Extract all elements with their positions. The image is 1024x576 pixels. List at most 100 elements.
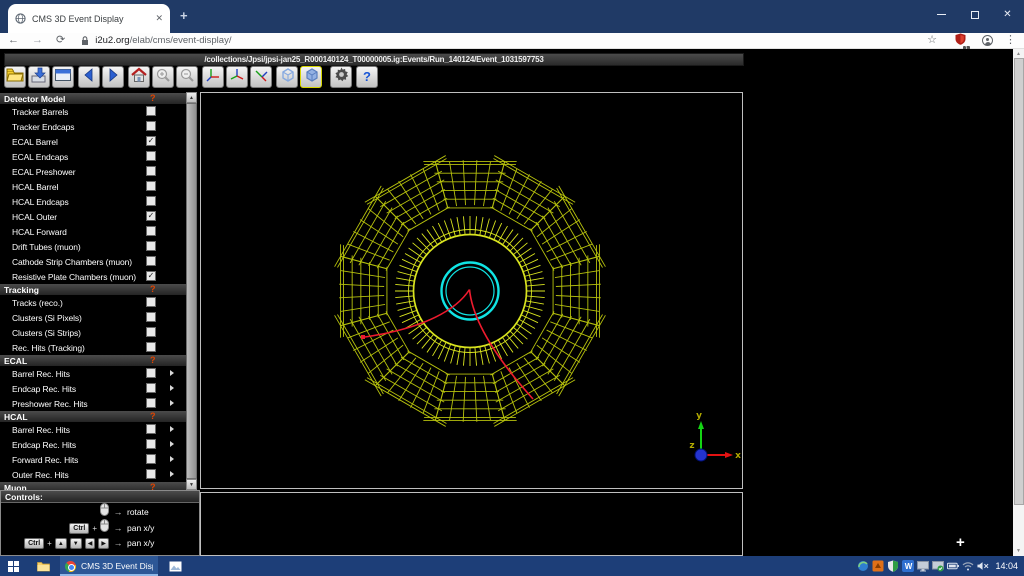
tray-battery-icon[interactable] xyxy=(947,560,959,572)
url-domain[interactable]: i2u2.org xyxy=(95,35,129,46)
sidebar-item-ecal-preshower: ECAL Preshower xyxy=(0,164,186,179)
bookmark-star-icon[interactable]: ☆ xyxy=(927,35,937,46)
sidebar-item-hcal-barrel: HCAL Barrel xyxy=(0,179,186,194)
file-explorer-button[interactable] xyxy=(30,556,56,576)
sidebar-scroll-down-icon[interactable]: ▼ xyxy=(186,479,197,490)
settings-button[interactable] xyxy=(330,66,352,88)
expand-arrow-icon[interactable] xyxy=(170,370,174,376)
tab-favicon-globe-icon xyxy=(15,13,26,24)
event-path-bar: /collections/Jpsi/jpsi-jan25_R000140124_… xyxy=(4,53,744,66)
checkbox[interactable] xyxy=(146,368,156,378)
sidebar-item-tracker-endcaps: Tracker Endcaps xyxy=(0,119,186,134)
help-icon[interactable]: ? xyxy=(150,355,156,365)
browser-tab[interactable]: CMS 3D Event Display ✕ xyxy=(8,4,170,33)
taskbar-photos-button[interactable] xyxy=(162,556,188,576)
sidebar-item-label: Endcap Rec. Hits xyxy=(12,440,76,450)
zoom-out-button[interactable] xyxy=(176,66,198,88)
checkbox[interactable] xyxy=(146,241,156,251)
tray-wifi-icon[interactable] xyxy=(962,560,974,572)
checkbox[interactable] xyxy=(146,439,156,449)
expand-arrow-icon[interactable] xyxy=(170,456,174,462)
expand-plus-icon[interactable]: + xyxy=(956,534,965,551)
checkbox[interactable] xyxy=(146,327,156,337)
perspective-cube-button[interactable] xyxy=(276,66,298,88)
sidebar-scroll-up-icon[interactable]: ▲ xyxy=(186,92,197,103)
start-button[interactable] xyxy=(0,556,26,576)
checkbox[interactable] xyxy=(146,181,156,191)
help-icon[interactable]: ? xyxy=(150,284,156,294)
zoom-in-button[interactable] xyxy=(152,66,174,88)
expand-arrow-icon[interactable] xyxy=(170,471,174,477)
tray-monitor-icon[interactable] xyxy=(917,560,929,572)
view-yz-button[interactable] xyxy=(226,66,248,88)
checkbox[interactable] xyxy=(146,398,156,408)
tray-monitor-check-icon[interactable] xyxy=(932,560,944,572)
help-icon[interactable]: ? xyxy=(150,482,156,490)
expand-arrow-icon[interactable] xyxy=(170,426,174,432)
expand-arrow-icon[interactable] xyxy=(170,400,174,406)
minimize-button[interactable] xyxy=(925,0,958,29)
close-button[interactable]: ✕ xyxy=(991,0,1024,29)
checkbox[interactable]: ✓ xyxy=(146,136,156,146)
checkbox[interactable] xyxy=(146,121,156,131)
extension-icon[interactable]: 1 xyxy=(955,32,966,50)
checkbox[interactable] xyxy=(146,424,156,434)
open-file-button[interactable] xyxy=(4,66,26,88)
page-scroll-down-icon[interactable]: ▼ xyxy=(1013,546,1024,556)
help-icon[interactable]: ? xyxy=(150,411,156,421)
tray-orange-app-icon[interactable] xyxy=(872,560,884,572)
checkbox[interactable] xyxy=(146,312,156,322)
maximize-button[interactable] xyxy=(958,0,991,29)
tray-volume-muted-icon[interactable] xyxy=(977,560,989,572)
sidebar-item-label: ECAL Preshower xyxy=(12,167,75,177)
checkbox[interactable] xyxy=(146,166,156,176)
checkbox[interactable] xyxy=(146,196,156,206)
taskbar-chrome-button[interactable]: CMS 3D Event Display... xyxy=(60,556,158,576)
lock-icon[interactable] xyxy=(81,36,89,46)
next-event-button[interactable] xyxy=(102,66,124,88)
checkbox[interactable] xyxy=(146,297,156,307)
sidebar-scrollbar[interactable]: ▲ ▼ xyxy=(186,92,197,490)
checkbox[interactable] xyxy=(146,151,156,161)
tab-close-icon[interactable]: ✕ xyxy=(155,13,163,24)
home-view-button[interactable] xyxy=(128,66,150,88)
page-scroll-thumb[interactable] xyxy=(1014,58,1024,505)
checkbox[interactable] xyxy=(146,454,156,464)
export-image-button[interactable] xyxy=(28,66,50,88)
forward-icon[interactable]: → xyxy=(32,35,43,46)
maps-to-arrow: → xyxy=(109,538,127,548)
orthographic-cube-button[interactable] xyxy=(300,66,322,88)
checkbox[interactable] xyxy=(146,342,156,352)
view-xy-button[interactable] xyxy=(202,66,224,88)
expand-arrow-icon[interactable] xyxy=(170,385,174,391)
reload-icon[interactable]: ⟳ xyxy=(56,35,65,46)
help-icon[interactable]: ? xyxy=(150,93,156,103)
checkbox[interactable]: ✓ xyxy=(146,211,156,221)
expand-arrow-icon[interactable] xyxy=(170,441,174,447)
checkbox[interactable] xyxy=(146,106,156,116)
previous-event-button[interactable] xyxy=(78,66,100,88)
control-row-0: →rotate xyxy=(1,503,199,519)
back-icon[interactable]: ← xyxy=(8,35,19,46)
sidebar-scroll-thumb[interactable] xyxy=(186,103,197,479)
sidebar-item-label: Tracks (reco.) xyxy=(12,298,63,308)
new-tab-icon[interactable]: + xyxy=(180,8,188,23)
tray-defender-shield-icon[interactable] xyxy=(887,560,899,572)
sidebar-item-label: Barrel Rec. Hits xyxy=(12,425,70,435)
page-scrollbar[interactable]: ▲ ▼ xyxy=(1013,49,1024,556)
view-xz-button[interactable] xyxy=(250,66,272,88)
checkbox[interactable] xyxy=(146,469,156,479)
help-button[interactable]: ? xyxy=(356,66,378,88)
tray-clock[interactable]: 14:04 xyxy=(995,561,1018,571)
profile-avatar[interactable] xyxy=(982,35,993,46)
menu-dots-icon[interactable]: ⋮ xyxy=(1005,35,1016,46)
checkbox[interactable] xyxy=(146,256,156,266)
tray-network-sync-icon[interactable] xyxy=(857,560,869,572)
3d-viewport[interactable]: yxz xyxy=(200,92,743,489)
checkbox[interactable]: ✓ xyxy=(146,271,156,281)
checkbox[interactable] xyxy=(146,226,156,236)
checkbox[interactable] xyxy=(146,383,156,393)
url-path[interactable]: /elab/cms/event-display/ xyxy=(130,35,232,46)
display-button[interactable] xyxy=(52,66,74,88)
tray-w-app-icon[interactable]: W xyxy=(902,560,914,572)
